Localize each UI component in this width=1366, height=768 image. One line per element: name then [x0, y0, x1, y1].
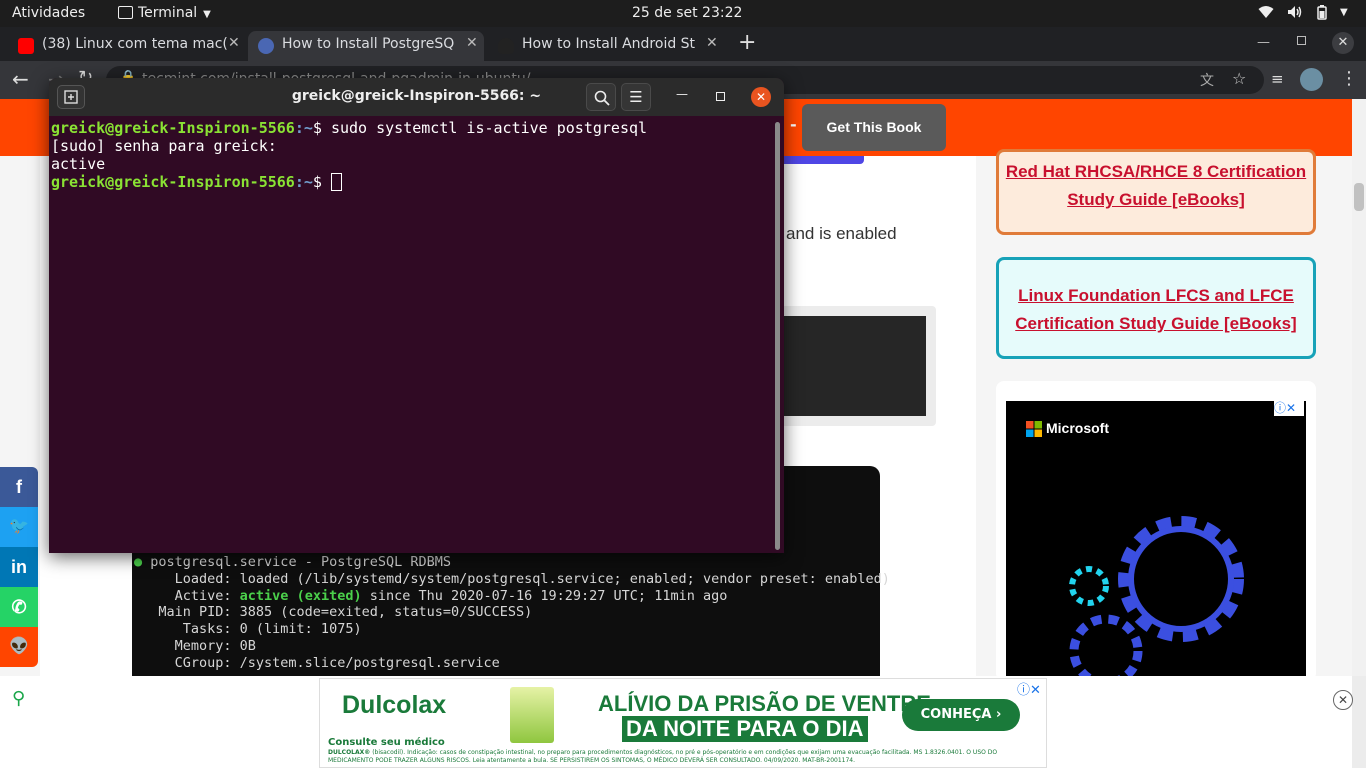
- tab-title: How to Install PostgreSQ: [282, 36, 455, 52]
- feedback-icon[interactable]: ⚲: [12, 688, 25, 709]
- browser-tab-strip: (38) Linux com tema mac( ✕ How to Instal…: [0, 27, 1366, 61]
- close-ad-icon[interactable]: ✕: [1333, 690, 1353, 710]
- gears-illustration: [1069, 516, 1244, 676]
- youtube-icon: [18, 38, 34, 54]
- ad-headline-1: ALÍVIO DA PRISÃO DE VENTRE: [598, 691, 931, 716]
- ad-headline-2: DA NOITE PARA O DIA: [622, 716, 868, 742]
- banner-text: -: [790, 115, 797, 134]
- code-block: [784, 316, 926, 416]
- rhcsa-ebook-link[interactable]: Red Hat RHCSA/RHCE 8 Certification Study…: [996, 149, 1316, 235]
- browser-tab-active[interactable]: How to Install PostgreSQ ✕: [248, 31, 484, 61]
- minimize-window-icon[interactable]: —: [1257, 35, 1270, 50]
- status-line-active: Active: active (exited) since Thu 2020-0…: [134, 587, 728, 604]
- product-box-image: [510, 687, 554, 743]
- active-bullet-icon: ●: [134, 554, 143, 570]
- status-line-loaded: Loaded: loaded (/lib/systemd/system/post…: [134, 570, 890, 587]
- restore-window-icon[interactable]: [1297, 36, 1306, 45]
- get-this-book-button[interactable]: Get This Book: [802, 104, 946, 151]
- terminal-app-icon: [118, 6, 133, 19]
- facebook-icon[interactable]: f: [0, 467, 38, 507]
- linkedin-icon[interactable]: in: [0, 547, 38, 587]
- chevron-down-icon: ▼: [203, 9, 211, 20]
- tab-title: (38) Linux com tema mac(: [42, 36, 228, 52]
- status-line-1: ● postgresql.service - PostgreSQL RDBMS: [134, 554, 451, 570]
- tab-close-icon[interactable]: ✕: [228, 35, 240, 51]
- microsoft-logo-icon: [1026, 421, 1042, 437]
- status-line-pid: Main PID: 3885 (code=exited, status=0/SU…: [134, 604, 533, 621]
- article-paragraph: and is enabled: [786, 224, 897, 243]
- terminal-close-icon[interactable]: ✕: [751, 87, 771, 107]
- status-line-memory: Memory: 0B: [134, 637, 256, 654]
- terminal-output[interactable]: greick@greick-Inspiron-5566:~$ sudo syst…: [49, 116, 784, 553]
- tab-close-icon[interactable]: ✕: [466, 35, 478, 51]
- back-arrow-icon[interactable]: ←: [12, 67, 29, 91]
- status-line-tasks: Tasks: 0 (limit: 1075): [134, 621, 362, 638]
- app-menu-label: Terminal: [138, 5, 198, 21]
- ad-choices-icon[interactable]: ⓘ✕: [1274, 400, 1304, 416]
- app-menu[interactable]: Terminal ▼: [118, 5, 211, 21]
- terminal-search-icon[interactable]: [586, 83, 616, 111]
- tecmint-icon: [258, 38, 274, 54]
- wifi-icon[interactable]: [1258, 5, 1274, 23]
- clock[interactable]: 25 de set 23:22: [632, 5, 742, 21]
- terminal-cursor: [330, 173, 342, 191]
- page-scrollbar[interactable]: [1352, 99, 1366, 676]
- reddit-icon[interactable]: 👽: [0, 627, 38, 667]
- translate-icon[interactable]: 文: [1200, 70, 1214, 90]
- reading-list-icon[interactable]: ≡: [1271, 70, 1284, 88]
- terminal-maximize-icon[interactable]: [716, 92, 725, 101]
- browser-tab[interactable]: How to Install Android Stu ✕: [488, 31, 724, 61]
- service-status-output: ● postgresql.service - PostgreSQL RDBMS …: [132, 553, 890, 676]
- terminal-scrollbar[interactable]: [775, 122, 780, 550]
- profile-avatar[interactable]: [1300, 68, 1323, 91]
- tux-icon: [498, 38, 514, 54]
- bookmark-star-icon[interactable]: ☆: [1232, 69, 1246, 88]
- microsoft-ad[interactable]: ⓘ✕ Microsoft: [1006, 400, 1306, 676]
- terminal-line-sudo: [sudo] senha para greick:: [51, 137, 277, 155]
- gnome-top-bar: Atividades Terminal ▼ 25 de set 23:22 ▼: [0, 0, 1366, 27]
- terminal-minimize-icon[interactable]: —: [676, 87, 688, 101]
- twitter-icon[interactable]: 🐦: [0, 507, 38, 547]
- article-button-fragment[interactable]: [780, 156, 864, 164]
- browser-menu-icon[interactable]: ⋮: [1340, 68, 1358, 89]
- microsoft-brand: Microsoft: [1046, 420, 1109, 436]
- lfcs-ebook-link[interactable]: Linux Foundation LFCS and LFCE Certifica…: [996, 257, 1316, 359]
- bottom-ad-bar: ⚲ Dulcolax ALÍVIO DA PRISÃO DE VENTRE DA…: [0, 676, 1353, 768]
- terminal-header-bar[interactable]: greick@greick-Inspiron-5566: ~ ☰ — ✕: [49, 78, 784, 116]
- ad-cta-button[interactable]: CONHEÇA ›: [902, 699, 1020, 731]
- terminal-window[interactable]: greick@greick-Inspiron-5566: ~ ☰ — ✕ gre…: [49, 78, 784, 553]
- dulcolax-logo: Dulcolax: [342, 691, 447, 719]
- status-line-cgroup: CGroup: /system.slice/postgresql.service: [134, 654, 500, 671]
- tab-close-icon[interactable]: ✕: [706, 35, 718, 51]
- close-window-icon[interactable]: ✕: [1332, 32, 1354, 54]
- ad-choices-icon[interactable]: ⓘ✕: [1017, 679, 1041, 698]
- dulcolax-ad[interactable]: Dulcolax ALÍVIO DA PRISÃO DE VENTRE DA N…: [319, 678, 1047, 768]
- terminal-line-prompt: greick@greick-Inspiron-5566:~$: [51, 173, 782, 191]
- volume-icon[interactable]: [1287, 5, 1303, 23]
- system-menu-chevron-icon[interactable]: ▼: [1340, 7, 1348, 18]
- terminal-title: greick@greick-Inspiron-5566: ~: [291, 88, 542, 104]
- whatsapp-icon[interactable]: ✆: [0, 587, 38, 627]
- activities-button[interactable]: Atividades: [12, 5, 85, 21]
- scrollbar-thumb[interactable]: [1354, 183, 1364, 211]
- terminal-line-command: greick@greick-Inspiron-5566:~$ sudo syst…: [51, 119, 648, 137]
- terminal-line-output: active: [51, 155, 106, 173]
- terminal-menu-icon[interactable]: ☰: [621, 83, 651, 111]
- battery-icon[interactable]: [1317, 5, 1327, 24]
- new-tab-button[interactable]: +: [738, 30, 756, 55]
- browser-tab[interactable]: (38) Linux com tema mac( ✕: [8, 31, 244, 61]
- ad-fine-print: DULCOLAX® (bisacodil). Indicação: casos …: [328, 749, 998, 764]
- ad-subtitle: Consulte seu médico: [328, 737, 445, 748]
- tab-title: How to Install Android Stu: [522, 36, 696, 52]
